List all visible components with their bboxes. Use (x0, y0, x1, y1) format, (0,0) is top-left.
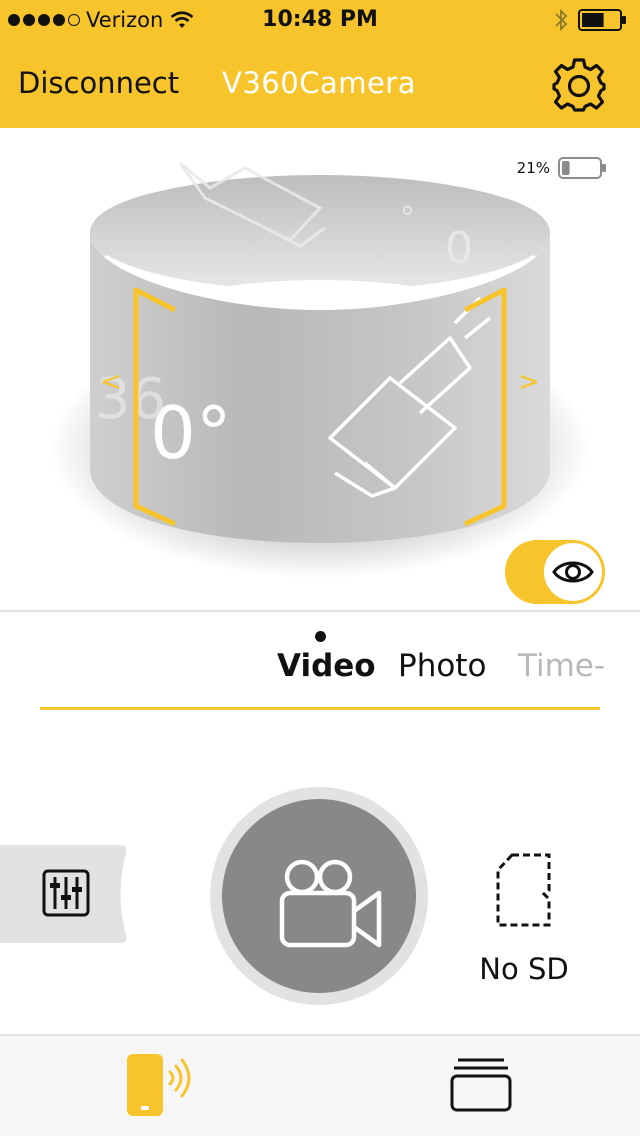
camera-connected-icon[interactable] (125, 1046, 195, 1126)
view-mode-toggle[interactable] (505, 540, 605, 604)
gear-icon[interactable] (550, 56, 608, 114)
mode-tab-timelapse[interactable]: Time- (518, 648, 605, 684)
sd-status-label: No SD (479, 952, 569, 986)
camera-name-title: V360Camera (222, 66, 416, 100)
phone-battery-icon (578, 9, 626, 31)
svg-text:<: < (100, 367, 122, 397)
sd-card-icon (496, 853, 551, 927)
svg-text:>: > (518, 367, 540, 397)
svg-text:0: 0 (445, 223, 473, 274)
camera-battery: 21% (517, 156, 608, 180)
bluetooth-icon (555, 8, 568, 32)
capture-mode-selector: Video Photo Time- (0, 648, 605, 698)
video-camera-icon (279, 859, 382, 948)
record-button[interactable] (210, 787, 428, 1005)
bottom-tab-bar (0, 1034, 640, 1136)
camera-battery-text: 21% (516, 159, 550, 177)
camera-battery-icon (558, 157, 606, 179)
status-bar: Verizon 10:48 PM (0, 0, 640, 40)
status-time: 10:48 PM (262, 7, 378, 32)
disconnect-button[interactable]: Disconnect (18, 66, 179, 100)
active-mode-indicator (315, 631, 326, 642)
mode-tab-photo[interactable]: Photo (398, 648, 486, 684)
top-bar: Verizon 10:48 PM Disconnect V360Camera (0, 0, 640, 128)
mode-divider (40, 707, 600, 710)
camera-settings-button[interactable] (0, 845, 128, 943)
gallery-icon[interactable] (450, 1056, 512, 1112)
eye-icon (552, 561, 594, 583)
svg-text:°: ° (400, 201, 415, 236)
view-toggle-knob (544, 543, 602, 601)
mode-tab-video[interactable]: Video (277, 648, 376, 684)
